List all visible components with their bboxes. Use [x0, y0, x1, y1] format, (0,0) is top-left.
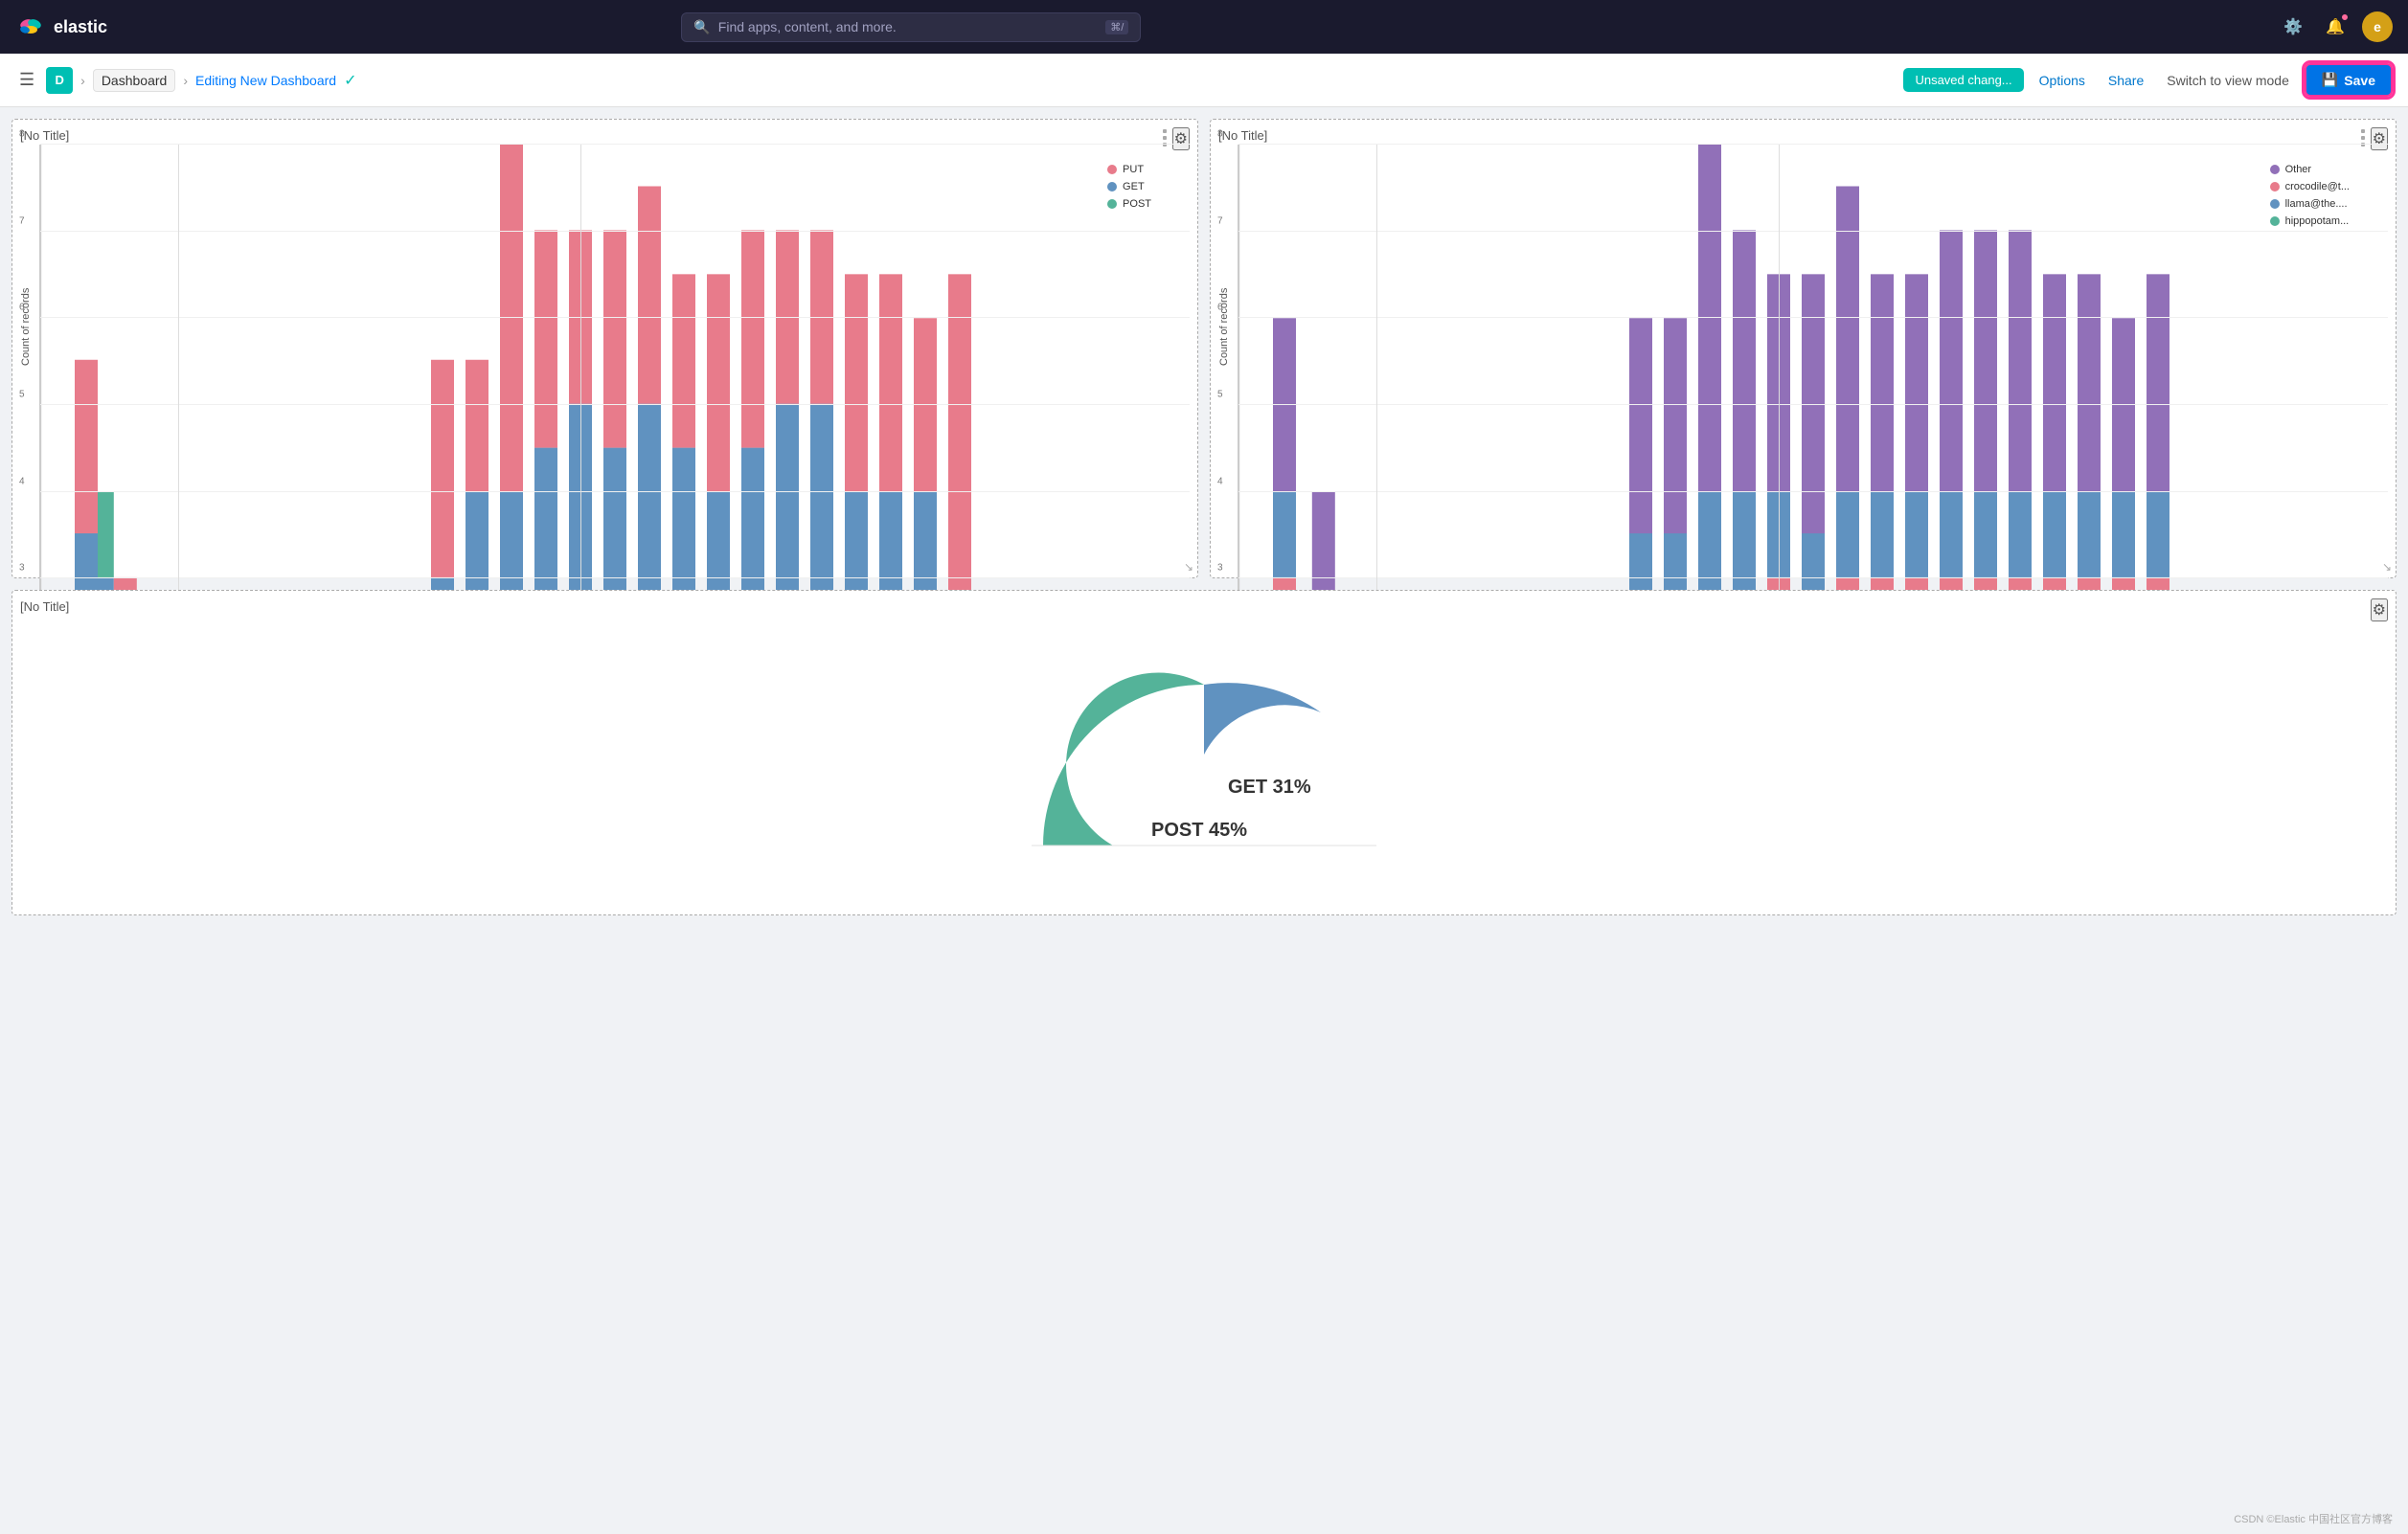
y-tick-6: 6	[19, 303, 25, 313]
check-icon: ✓	[344, 71, 356, 90]
view-mode-button[interactable]: Switch to view mode	[2159, 68, 2297, 93]
topbar: elastic 🔍 Find apps, content, and more. …	[0, 0, 2408, 54]
grid-line-3	[40, 577, 1190, 578]
legend-post: POST	[1107, 198, 1151, 210]
legend-other-dot	[2270, 165, 2280, 174]
p2-grid-8	[1238, 144, 2388, 145]
panel-2: [No Title] ⚙ Count of records 0 1 2 3 4 …	[1210, 119, 2397, 578]
legend-hippo: hippopotam...	[2270, 215, 2350, 227]
y-tick-3: 3	[19, 563, 25, 574]
y-tick-4: 4	[19, 476, 25, 486]
grid-line-5	[40, 404, 1190, 405]
unsaved-button[interactable]: Unsaved chang...	[1903, 68, 2023, 92]
settings-icon: ⚙️	[2283, 17, 2303, 36]
search-area: 🔍 Find apps, content, and more. ⌘/	[681, 12, 1141, 42]
panel-1-resize-handle[interactable]: ↘	[1184, 560, 1193, 574]
panels-row: [No Title] ⚙ Count of records 0 1 2 3 4 …	[11, 119, 2397, 578]
breadcrumb-editing: Editing New Dashboard	[195, 73, 336, 88]
grid-line-4	[40, 491, 1190, 492]
panel-1: [No Title] ⚙ Count of records 0 1 2 3 4 …	[11, 119, 1198, 578]
panel-2-chart-inner: 0 1 2 3 4 5 6 7 8	[1238, 145, 2388, 508]
p2-grid-5	[1238, 404, 2388, 405]
get-label: GET 31%	[1228, 777, 1311, 798]
options-button[interactable]: Options	[2032, 68, 2093, 93]
p2-y-tick-6: 6	[1217, 303, 1223, 313]
bottom-panel-title: [No Title]	[20, 599, 69, 614]
panel-1-y-axis-label: Count of records	[20, 145, 39, 508]
avatar: e	[2374, 19, 2381, 34]
post-label: POST 45%	[1151, 820, 1247, 841]
y-tick-7: 7	[19, 215, 25, 226]
panel-1-legend: PUT GET POST	[1107, 164, 1151, 210]
p2-y-tick-4: 4	[1217, 476, 1223, 486]
p2-y-tick-8: 8	[1217, 129, 1223, 140]
settings-button[interactable]: ⚙️	[2278, 11, 2308, 42]
panel-2-y-axis-label: Count of records	[1218, 145, 1238, 508]
donut-chart: POST 45% GET 31%	[1003, 616, 1405, 884]
panel-1-chart-inner: 0 1 2 3 4 5 6 7 8	[39, 145, 1190, 508]
user-avatar-button[interactable]: e	[2362, 11, 2393, 42]
notifications-button[interactable]: 🔔	[2320, 11, 2351, 42]
grid-line-7	[40, 231, 1190, 232]
legend-hippo-dot	[2270, 216, 2280, 226]
search-icon: 🔍	[693, 19, 710, 35]
menu-icon[interactable]: ☰	[15, 66, 38, 94]
elastic-logo-icon	[15, 11, 46, 42]
logo-text: elastic	[54, 17, 107, 37]
p2-y-tick-3: 3	[1217, 563, 1223, 574]
legend-llama-dot	[2270, 199, 2280, 209]
grid-line-8	[40, 144, 1190, 145]
topbar-icons: ⚙️ 🔔 e	[2278, 11, 2393, 42]
legend-put-dot	[1107, 165, 1117, 174]
legend-croc: crocodile@t...	[2270, 181, 2350, 192]
save-icon: 💾	[2322, 72, 2338, 88]
grid-line-6	[40, 317, 1190, 318]
share-button[interactable]: Share	[2101, 68, 2151, 93]
legend-put: PUT	[1107, 164, 1151, 175]
legend-get-dot	[1107, 182, 1117, 192]
logo: elastic	[15, 11, 107, 42]
search-placeholder: Find apps, content, and more.	[718, 19, 897, 34]
panel-2-title: [No Title]	[1218, 128, 1267, 143]
panel-2-chart-area: Count of records 0 1 2 3 4 5 6 7 8	[1218, 145, 2388, 508]
panel-2-legend: Other crocodile@t... llama@the....	[2270, 164, 2350, 227]
legend-post-dot	[1107, 199, 1117, 209]
legend-croc-dot	[2270, 182, 2280, 192]
footer-text: CSDN ©Elastic 中国社区官方博客	[2234, 1511, 2393, 1526]
breadcrumb-dashboard[interactable]: Dashboard	[93, 69, 176, 92]
legend-other: Other	[2270, 164, 2350, 175]
y-tick-8: 8	[19, 129, 25, 140]
p2-y-tick-7: 7	[1217, 215, 1223, 226]
p2-y-tick-5: 5	[1217, 389, 1223, 399]
main-content: [No Title] ⚙ Count of records 0 1 2 3 4 …	[0, 107, 2408, 1534]
search-shortcut: ⌘/	[1105, 20, 1128, 34]
breadcrumb-bar: ☰ D › Dashboard › Editing New Dashboard …	[0, 54, 2408, 107]
donut-container: POST 45% GET 31%	[20, 616, 2388, 884]
p2-grid-4	[1238, 491, 2388, 492]
legend-get: GET	[1107, 181, 1151, 192]
y-tick-5: 5	[19, 389, 25, 399]
panel-1-chart-area: Count of records 0 1 2 3 4 5 6 7 8	[20, 145, 1190, 508]
panel-1-title: [No Title]	[20, 128, 69, 143]
search-box[interactable]: 🔍 Find apps, content, and more. ⌘/	[681, 12, 1141, 42]
p2-grid-7	[1238, 231, 2388, 232]
panel-2-resize-handle[interactable]: ↘	[2382, 560, 2392, 574]
save-button[interactable]: 💾 Save	[2305, 63, 2393, 97]
breadcrumb-d[interactable]: D	[46, 67, 73, 94]
bottom-panel: [No Title] ⚙	[11, 590, 2397, 915]
notification-badge	[2341, 13, 2349, 21]
breadcrumb-arrow-2: ›	[183, 73, 188, 88]
p2-grid-3	[1238, 577, 2388, 578]
legend-llama: llama@the....	[2270, 198, 2350, 210]
breadcrumb-arrow-1: ›	[80, 73, 85, 88]
p2-grid-6	[1238, 317, 2388, 318]
